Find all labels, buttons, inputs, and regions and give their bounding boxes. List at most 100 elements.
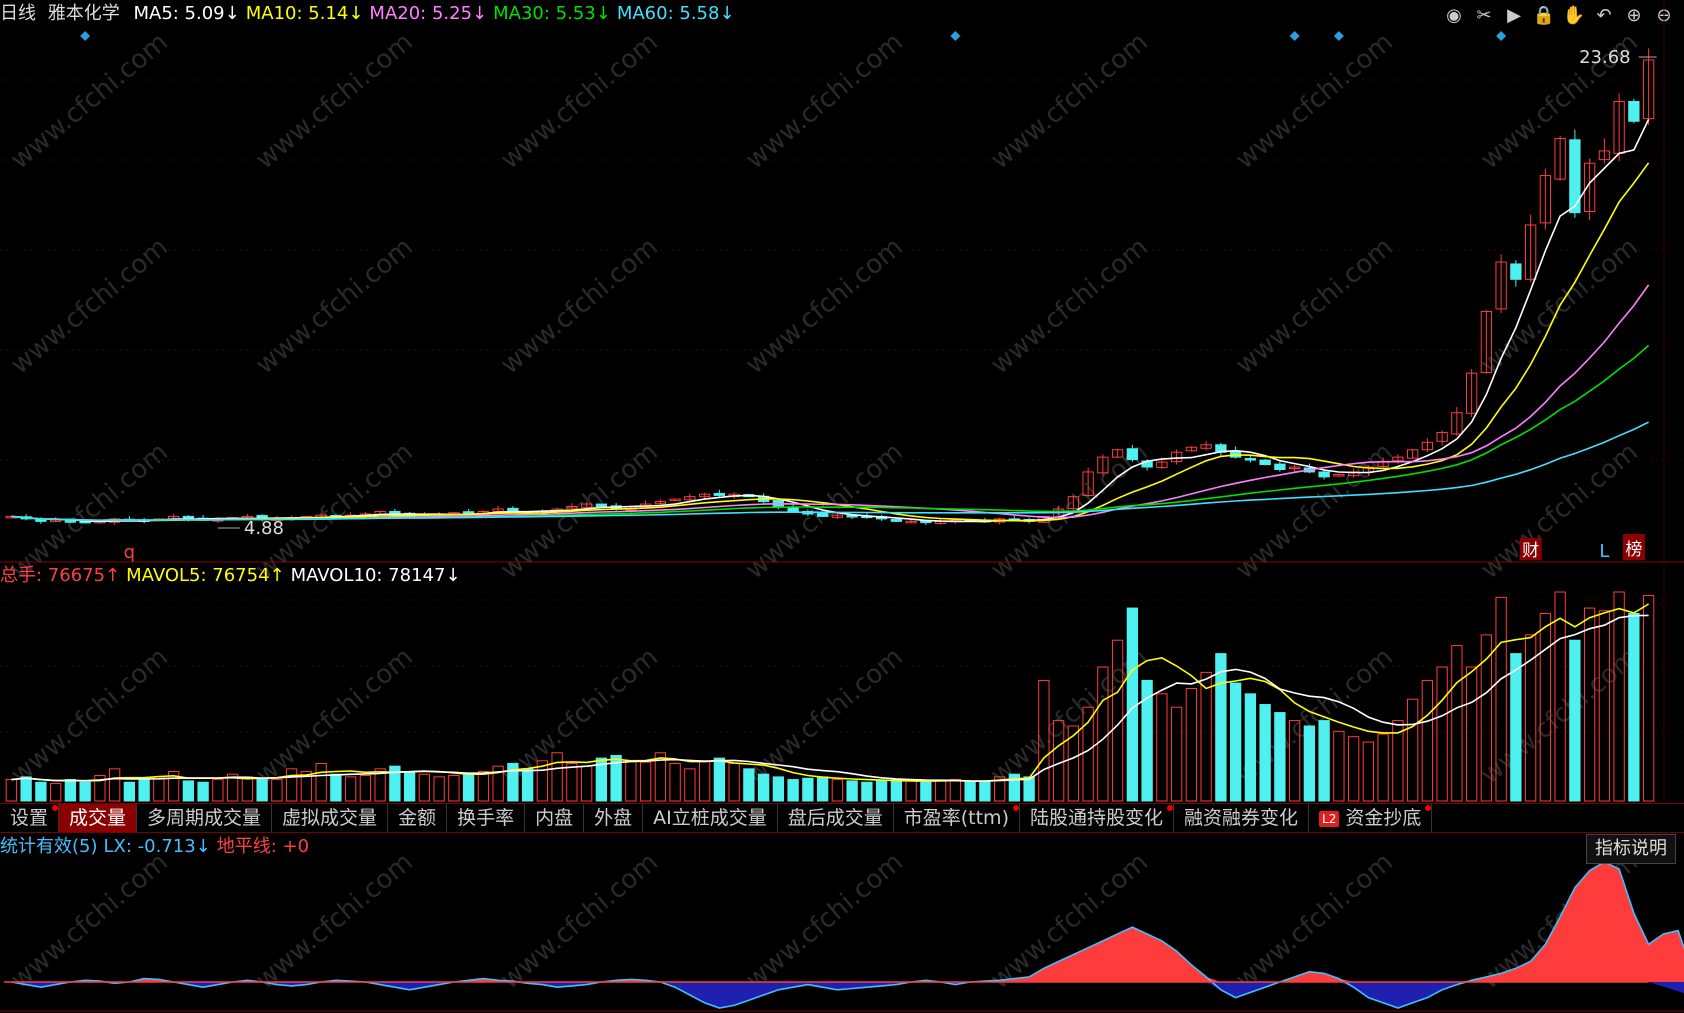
watermark: www.cfchi.com bbox=[495, 27, 664, 175]
volume-bar bbox=[1274, 712, 1286, 802]
tab-1[interactable]: 成交量 bbox=[59, 804, 138, 832]
candle-body bbox=[1274, 463, 1286, 470]
volume-bar bbox=[684, 768, 696, 802]
volume-bar bbox=[1598, 610, 1611, 802]
signal-diamond bbox=[80, 31, 91, 41]
ma-line-MA10 bbox=[11, 162, 1650, 522]
tab-2[interactable]: 多周期成交量 bbox=[137, 804, 273, 832]
volume-bar bbox=[477, 771, 490, 802]
signal-diamond bbox=[1289, 31, 1300, 41]
tab-4[interactable]: 金额 bbox=[388, 804, 448, 832]
tab-8[interactable]: AI立桩成交量 bbox=[643, 804, 778, 832]
volume-bar bbox=[448, 775, 460, 802]
indicator-explain-button[interactable]: 指标说明 bbox=[1586, 834, 1676, 864]
volume-bar bbox=[1333, 730, 1345, 802]
candle-body bbox=[1259, 459, 1271, 466]
tab-12[interactable]: 融资融券变化 bbox=[1174, 804, 1310, 832]
volume-bar bbox=[787, 779, 799, 802]
watermark: www.cfchi.com bbox=[1475, 437, 1644, 585]
volume-bar bbox=[1510, 653, 1522, 802]
volume-legend: 总手: 76675↑ MAVOL5: 76754↑ MAVOL10: 78147↓ bbox=[0, 563, 467, 589]
tab-label: 换手率 bbox=[457, 807, 515, 829]
watermark: www.cfchi.com bbox=[5, 642, 174, 790]
volume-bar bbox=[861, 781, 873, 802]
volume-bar bbox=[256, 777, 268, 802]
volume-bar bbox=[20, 776, 32, 802]
volume-bar bbox=[580, 765, 593, 802]
volume-bar bbox=[713, 757, 726, 802]
volume-bar bbox=[949, 779, 962, 802]
volume-bar bbox=[772, 776, 785, 802]
volume-bar bbox=[890, 779, 903, 802]
volume-bar bbox=[1377, 733, 1389, 802]
tab-3[interactable]: 虚拟成交量 bbox=[272, 804, 389, 832]
volume-bar bbox=[669, 762, 681, 802]
tab-10[interactable]: 市盈率(ttm) bbox=[894, 804, 1020, 832]
tab-7[interactable]: 外盘 bbox=[584, 804, 644, 832]
volume-bar bbox=[1156, 693, 1168, 802]
candle-body bbox=[890, 519, 903, 522]
volume-bar bbox=[138, 779, 150, 802]
volume-bar bbox=[1185, 687, 1198, 802]
watermark: www.cfchi.com bbox=[495, 642, 664, 790]
volume-bar bbox=[566, 762, 578, 802]
volume-bar bbox=[344, 776, 357, 802]
volume-legend-item-2: MAVOL10: 78147↓ bbox=[290, 565, 461, 586]
volume-bar bbox=[108, 768, 121, 802]
stock-chart-window: 日线 雅本化学 MA5: 5.09↓ MA10: 5.14↓ MA20: 5.25↓… bbox=[0, 0, 1684, 1013]
tab-6[interactable]: 内盘 bbox=[525, 804, 585, 832]
tab-label: 设置 bbox=[10, 807, 49, 829]
tab-label: 资金抄底 bbox=[1345, 807, 1422, 829]
tab-label: 陆股通持股变化 bbox=[1029, 807, 1163, 829]
volume-bar bbox=[1023, 776, 1035, 802]
tab-label: 外盘 bbox=[594, 807, 633, 829]
volume-bar bbox=[359, 775, 372, 802]
tab-9[interactable]: 盘后成交量 bbox=[778, 804, 894, 832]
volume-bar bbox=[964, 781, 976, 802]
volume-bar bbox=[875, 780, 888, 802]
volume-bar bbox=[64, 779, 77, 802]
volume-bar bbox=[5, 779, 18, 802]
watermark: www.cfchi.com bbox=[740, 232, 909, 380]
tab-label: 成交量 bbox=[69, 807, 127, 829]
tab-5[interactable]: 换手率 bbox=[447, 804, 526, 832]
volume-bar bbox=[1421, 679, 1434, 802]
volume-bar bbox=[920, 781, 932, 802]
volume-bar bbox=[846, 780, 858, 802]
watermark: www.cfchi.com bbox=[740, 847, 909, 995]
volume-bar bbox=[1170, 706, 1183, 802]
tab-label: 金额 bbox=[398, 807, 437, 829]
tab-0[interactable]: 设置 bbox=[0, 804, 60, 832]
tab-13[interactable]: L2 资金抄底 bbox=[1309, 804, 1433, 832]
watermark: www.cfchi.com bbox=[985, 232, 1154, 380]
volume-bar bbox=[816, 776, 829, 802]
volume-bar bbox=[521, 768, 534, 802]
volume-bar bbox=[418, 773, 431, 802]
volume-bar bbox=[153, 776, 165, 802]
volume-bar bbox=[757, 773, 770, 802]
signal-diamond bbox=[950, 31, 961, 41]
tab-11[interactable]: 陆股通持股变化 bbox=[1020, 804, 1174, 832]
volume-bar bbox=[1259, 704, 1271, 802]
volume-bar bbox=[462, 772, 475, 802]
watermark: www.cfchi.com bbox=[495, 232, 664, 380]
tab-dot bbox=[1012, 805, 1019, 811]
watermark: www.cfchi.com bbox=[495, 847, 664, 995]
volume-bar bbox=[35, 781, 47, 802]
volume-bar bbox=[639, 761, 652, 802]
low-price-label: 4.88 bbox=[244, 518, 284, 539]
volume-bar bbox=[831, 779, 844, 802]
indicator-legend: 统计有效(5) LX: -0.713↓ 地平线: +0 bbox=[0, 834, 315, 860]
volume-bar bbox=[1229, 682, 1242, 802]
volume-bar bbox=[403, 771, 416, 802]
chart-canvas[interactable]: www.cfchi.com www.cfchi.com www.cfchi.com w… bbox=[0, 0, 1684, 1013]
indicator-legend-item-0: 统计有效(5) bbox=[0, 836, 98, 857]
signal-diamond bbox=[1496, 31, 1507, 41]
volume-bar bbox=[49, 783, 62, 802]
watermark: www.cfchi.com bbox=[250, 232, 419, 380]
volume-bar bbox=[1406, 698, 1419, 802]
volume-bar bbox=[330, 773, 342, 802]
watermark: www.cfchi.com bbox=[5, 847, 174, 995]
indicator-legend-item-1: LX: -0.713↓ bbox=[103, 836, 211, 857]
l2-badge: L2 bbox=[1319, 810, 1340, 827]
